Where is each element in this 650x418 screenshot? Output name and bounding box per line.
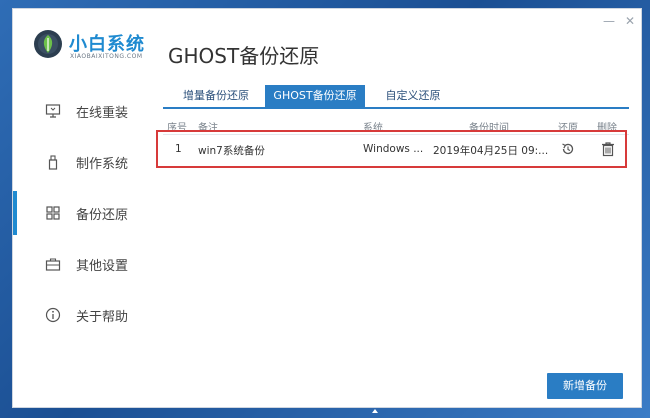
- brand-subtitle: XIAOBAIXITONG.COM: [70, 53, 143, 60]
- tab-custom-restore[interactable]: 自定义还原: [375, 85, 451, 107]
- toolbox-icon: [45, 258, 61, 271]
- tab-incremental-backup[interactable]: 增量备份还原: [173, 85, 259, 107]
- add-backup-button[interactable]: 新增备份: [547, 373, 623, 399]
- sidebar-item-make-system[interactable]: 制作系统: [13, 140, 153, 184]
- minimize-button[interactable]: —: [603, 15, 615, 27]
- monitor-icon: [45, 104, 61, 118]
- usb-icon: [48, 155, 58, 170]
- logo-icon: [34, 30, 62, 58]
- sidebar-item-label: 备份还原: [76, 208, 129, 223]
- app-window: — ✕ 小白系统 XIAOBAIXITONG.COM GHOST备份还原 在线重…: [12, 8, 642, 408]
- sidebar-item-online-reinstall[interactable]: 在线重装: [13, 89, 153, 133]
- taskbar-indicator: [372, 409, 378, 413]
- sidebar-item-label: 其他设置: [76, 259, 129, 274]
- page-title: GHOST备份还原: [168, 44, 320, 68]
- info-icon: [45, 307, 61, 323]
- close-button[interactable]: ✕: [625, 15, 635, 27]
- sidebar-item-other-settings[interactable]: 其他设置: [13, 242, 153, 286]
- sidebar-item-backup-restore[interactable]: 备份还原: [13, 191, 153, 235]
- sidebar-item-label: 在线重装: [76, 106, 129, 121]
- row-highlight-box: [156, 130, 627, 168]
- sidebar-item-about-help[interactable]: 关于帮助: [13, 293, 153, 337]
- grid-icon: [46, 206, 60, 220]
- sidebar-item-label: 制作系统: [76, 157, 129, 172]
- sidebar-item-label: 关于帮助: [76, 310, 129, 325]
- tab-ghost-backup[interactable]: GHOST备份还原: [265, 85, 365, 107]
- tab-bar: 增量备份还原 GHOST备份还原 自定义还原: [163, 85, 629, 109]
